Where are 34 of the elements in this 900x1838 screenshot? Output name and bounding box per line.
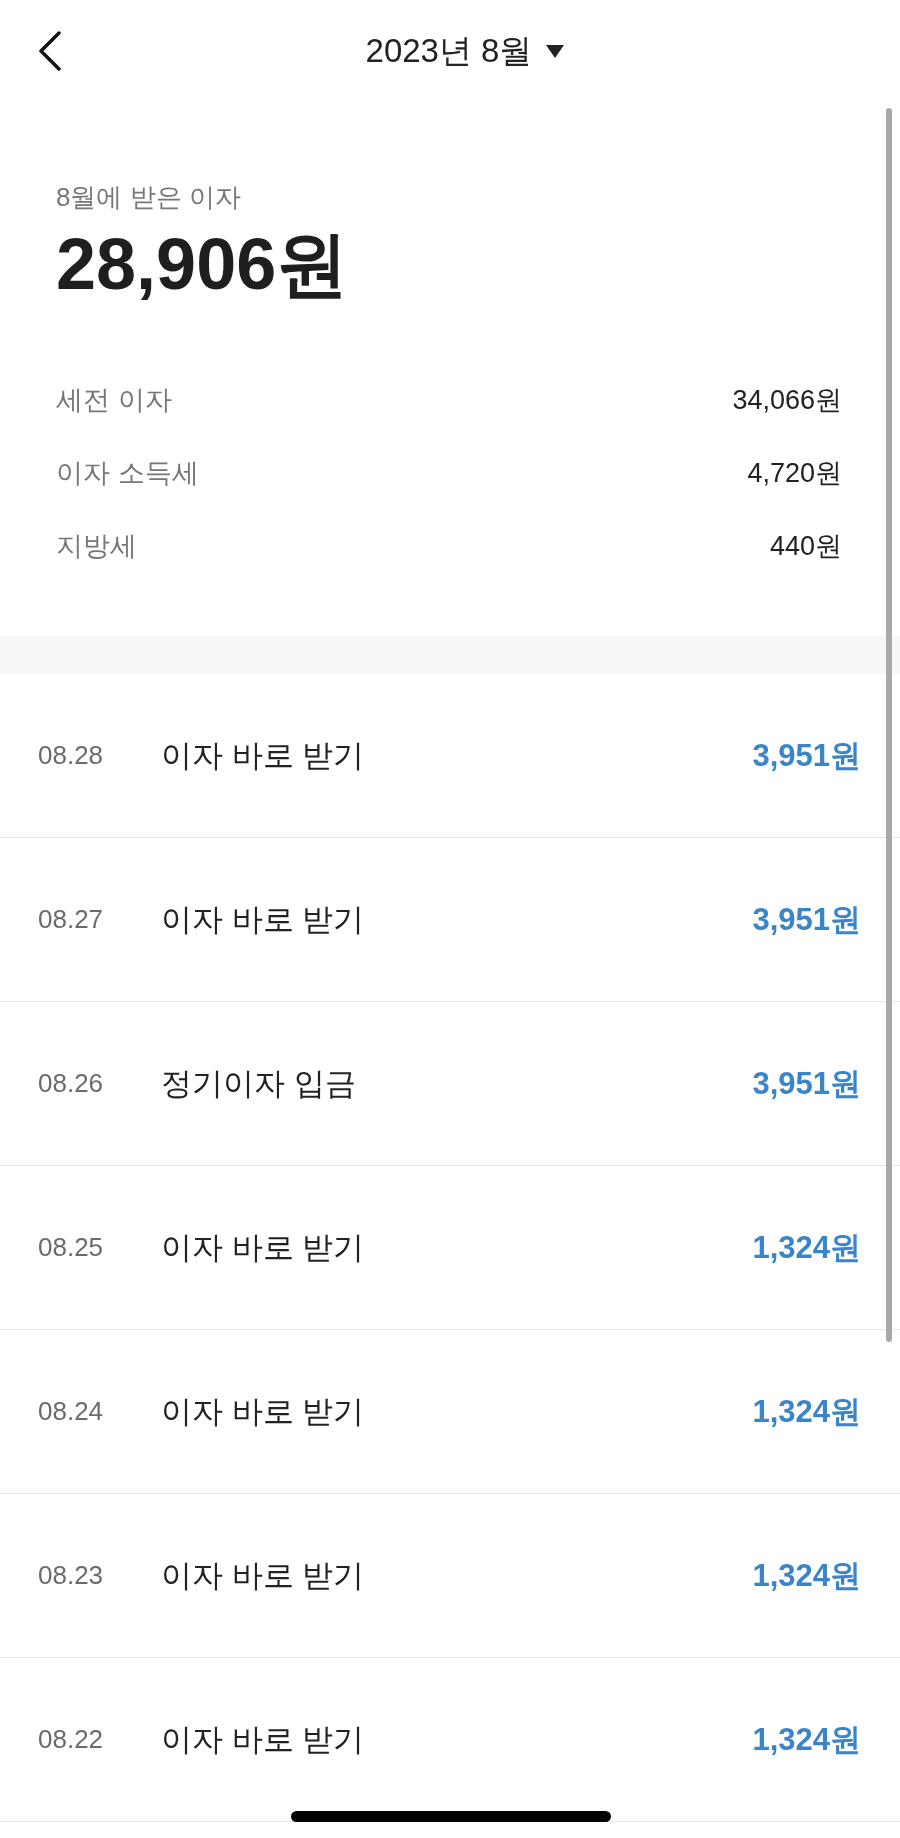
breakdown-value: 4,720원 — [747, 457, 842, 490]
transaction-description: 이자 바로 받기 — [161, 1228, 365, 1267]
transaction-date: 08.27 — [38, 904, 105, 935]
summary-label: 8월에 받은 이자 — [56, 182, 241, 212]
transaction-description: 이자 바로 받기 — [161, 1556, 365, 1595]
transaction-description: 이자 바로 받기 — [161, 900, 365, 939]
transaction-description: 이자 바로 받기 — [161, 1392, 365, 1431]
transaction-description: 이자 바로 받기 — [161, 1720, 365, 1759]
transaction-date: 08.25 — [38, 1232, 105, 1263]
transaction-row[interactable]: 08.24 이자 바로 받기 1,324원 — [0, 1330, 900, 1494]
transaction-amount: 3,951원 — [752, 900, 861, 939]
transaction-date: 08.24 — [38, 1396, 105, 1427]
transaction-amount: 1,324원 — [752, 1720, 861, 1759]
transaction-amount: 3,951원 — [752, 736, 861, 775]
transaction-date: 08.26 — [38, 1068, 105, 1099]
breakdown-value: 34,066원 — [732, 384, 842, 417]
total-interest: 28,906원 — [56, 224, 349, 304]
month-selector[interactable]: 2023년 8월 — [365, 28, 565, 74]
transaction-date: 08.28 — [38, 740, 105, 771]
transaction-amount: 1,324원 — [752, 1392, 861, 1431]
transaction-description: 정기이자 입금 — [161, 1064, 356, 1103]
breakdown-label: 이자 소득세 — [56, 457, 199, 490]
breakdown-value: 440원 — [769, 530, 842, 563]
breakdown-label: 세전 이자 — [56, 384, 172, 417]
transaction-date: 08.23 — [38, 1560, 105, 1591]
caret-icon — [546, 44, 565, 58]
transaction-description: 이자 바로 받기 — [161, 736, 365, 775]
breakdown-label: 지방세 — [56, 530, 137, 563]
transaction-amount: 3,951원 — [752, 1064, 861, 1103]
chevron-left-icon — [38, 31, 62, 71]
transaction-amount: 1,324원 — [752, 1228, 861, 1267]
transaction-row[interactable]: 08.23 이자 바로 받기 1,324원 — [0, 1494, 900, 1658]
transaction-amount: 1,324원 — [752, 1556, 861, 1595]
transaction-date: 08.22 — [38, 1724, 105, 1755]
